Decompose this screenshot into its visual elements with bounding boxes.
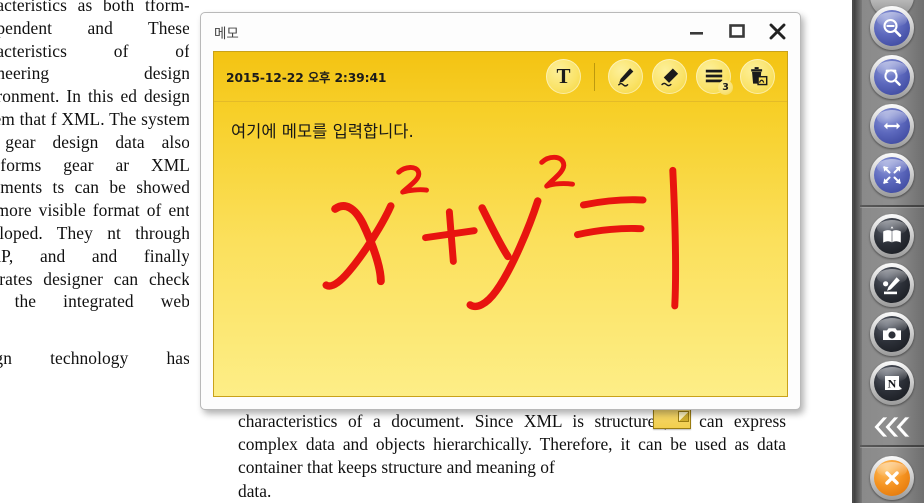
memo-window-title: 메모 <box>214 25 239 42</box>
button-core <box>874 218 910 254</box>
camera-icon <box>883 328 901 340</box>
text-T-icon: T <box>556 64 571 88</box>
note-fold-corner <box>678 411 689 422</box>
window-controls <box>684 19 790 43</box>
list-tool-badge: 3 <box>718 80 733 95</box>
document-left-column: characteristics as both tform-independen… <box>0 0 190 370</box>
maximize-icon <box>729 24 745 38</box>
button-core <box>874 157 910 193</box>
document-paragraph-2: design technology has <box>0 348 190 369</box>
snapshot-button[interactable] <box>870 312 914 356</box>
button-core <box>874 316 910 352</box>
triple-chevron-left-icon <box>873 416 911 438</box>
memo-window[interactable]: 메모 2015-12-22 오후 2:39:41 T 3 여기에 메모를 입력합… <box>200 12 801 410</box>
open-book-icon <box>883 226 901 243</box>
zoom-out-button[interactable] <box>870 6 914 50</box>
memo-content-area[interactable]: 여기에 메모를 입력합니다. <box>214 103 787 396</box>
right-sidebar: N <box>852 0 924 503</box>
magnifier-minus-icon <box>883 18 902 37</box>
eraser-tool-button[interactable] <box>652 59 687 94</box>
note-N-icon: N <box>885 376 902 390</box>
maximize-button[interactable] <box>724 19 750 43</box>
memo-timestamp: 2015-12-22 오후 2:39:41 <box>226 70 387 85</box>
close-icon <box>769 23 785 39</box>
close-sidebar-button[interactable] <box>870 456 914 500</box>
memo-titlebar[interactable]: 메모 <box>201 13 800 50</box>
note-button[interactable]: N <box>870 361 914 405</box>
arrows-horizontal-icon <box>883 122 901 130</box>
button-core <box>874 460 910 496</box>
fit-page-button[interactable] <box>870 153 914 197</box>
book-view-button[interactable] <box>870 214 914 258</box>
close-button[interactable] <box>764 19 790 43</box>
button-core <box>874 59 910 95</box>
magnifier-select-icon <box>884 69 901 86</box>
trash-can-icon <box>751 67 768 86</box>
eraser-icon <box>661 68 679 87</box>
collapse-sidebar-button[interactable] <box>854 412 924 442</box>
button-core <box>874 108 910 144</box>
button-core <box>874 267 910 303</box>
button-core: N <box>874 365 910 401</box>
zoom-select-button[interactable] <box>870 55 914 99</box>
pen-stamp-icon <box>883 277 900 295</box>
svg-text:N: N <box>888 376 897 390</box>
sticky-note-marker[interactable] <box>653 409 691 429</box>
delete-tool-button[interactable] <box>740 59 775 94</box>
pen-tool-button[interactable] <box>608 59 643 94</box>
minimize-icon <box>690 32 703 35</box>
memo-tool-buttons: T 3 <box>546 59 775 95</box>
pencil-icon <box>618 68 634 87</box>
document-bottom-text: characteristics of a document. Since XML… <box>238 411 786 478</box>
sidebar-separator-bottom <box>860 445 924 447</box>
arrows-diagonal-icon <box>883 166 901 184</box>
fit-width-button[interactable] <box>870 104 914 148</box>
close-circle-icon <box>885 471 899 485</box>
minimize-button[interactable] <box>684 19 710 43</box>
document-bottom-paragraph: characteristics of a document. Since XML… <box>238 410 786 503</box>
sidebar-separator-top <box>860 205 924 207</box>
text-tool-button[interactable]: T <box>546 59 581 94</box>
button-core <box>874 10 910 46</box>
document-bottom-lastline: data. <box>238 480 272 501</box>
memo-body: 2015-12-22 오후 2:39:41 T 3 여기에 메모를 입력합니다. <box>213 51 788 397</box>
toolbar-divider <box>594 62 595 91</box>
handwriting-ink <box>322 154 680 311</box>
list-tool-button[interactable]: 3 <box>696 59 733 95</box>
annotate-button[interactable] <box>870 263 914 307</box>
memo-toolbar: 2015-12-22 오후 2:39:41 T 3 <box>214 52 787 102</box>
document-paragraph-1: characteristics as both tform-independen… <box>0 0 190 312</box>
